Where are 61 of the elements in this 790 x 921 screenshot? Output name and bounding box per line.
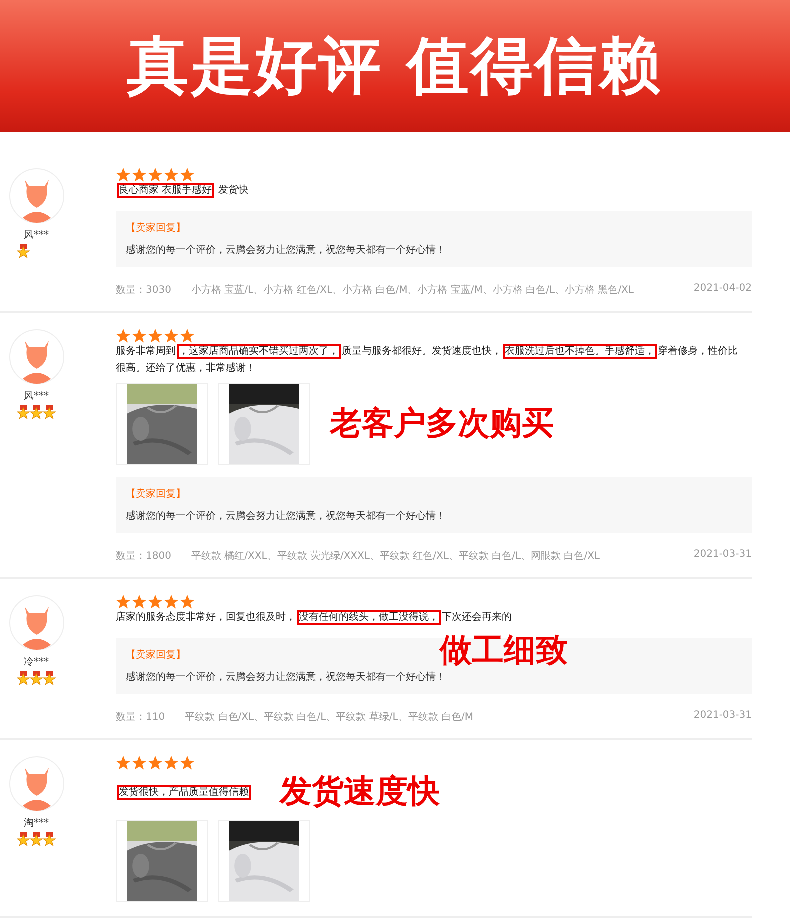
star-icon [116, 595, 131, 609]
medal-icon [30, 405, 43, 419]
star-icon [148, 595, 163, 609]
medal-icon [17, 832, 30, 846]
medal-icon [43, 405, 56, 419]
medal-icon [17, 405, 30, 419]
medal-icon [30, 832, 43, 846]
callout-text: 做工细致 [440, 632, 568, 668]
review-text: 服务非常周到 ，这家店商品确实不错买过两次了， 质量与服务都很好。发货速度也快， 衣服洗过后也不掉色。手感舒适， 穿着修身，性价比很高。还给了优惠，非常感谢！ [116, 344, 739, 376]
variant-text: 平纹款 白色/XL、平纹款 白色/L、平纹款 草绿/L、平纹款 白色/M [185, 710, 474, 724]
review-date: 2021-03-31 [694, 549, 752, 562]
user-name: 淘*** [24, 817, 49, 830]
review-date: 2021-04-02 [694, 283, 752, 296]
star-icon [116, 756, 131, 770]
variant-text: 平纹款 橘红/XXL、平纹款 荧光绿/XXXL、平纹款 红色/XL、平纹款 白色/L、网眼款 白色/XL [191, 550, 600, 563]
user-name: 冷*** [24, 656, 49, 669]
star-icon [116, 168, 131, 182]
callout-text: 老客户多次购买 [330, 403, 554, 444]
reply-text: 感谢您的每一个评价，云腾会努力让您满意，祝您每天都有一个好心情！ [126, 244, 447, 257]
star-icon [180, 756, 195, 770]
star-icon [132, 329, 147, 343]
review-text: 良心商家 衣服手感好 发货快 [118, 184, 250, 198]
medal-icon [30, 671, 43, 685]
avatar-icon [9, 756, 65, 812]
review-date: 2021-03-31 [694, 710, 752, 723]
star-icon [180, 595, 195, 609]
star-icon [180, 168, 195, 182]
star-icon [164, 329, 179, 343]
reply-text: 感谢您的每一个评价，云腾会努力让您满意，祝您每天都有一个好心情！ [126, 670, 447, 684]
star-icon [164, 756, 179, 770]
star-icon [132, 168, 147, 182]
star-icon [148, 168, 163, 182]
review-text: 店家的服务态度非常好，回复也很及时， 没有任何的线头，做工没得说， 下次还会再来的 [116, 610, 513, 625]
medal-icon [17, 671, 30, 685]
star-icon [116, 329, 131, 343]
medal-icon [43, 832, 56, 846]
reply-label: 【卖家回复】 [126, 648, 187, 662]
user-name: 风*** [24, 229, 49, 242]
review-text: 发货很快，产品质量值得信赖 [118, 786, 250, 800]
avatar-icon [9, 329, 65, 385]
callout-text: 发货速度快 [280, 771, 440, 812]
quantity-text: 数量：110 [116, 711, 166, 724]
medal-icon [17, 244, 30, 258]
star-icon [148, 756, 163, 770]
star-icon [180, 329, 195, 343]
star-icon [164, 595, 179, 609]
star-icon [132, 595, 147, 609]
banner-title: 真是好评 值得信赖 [127, 28, 663, 104]
reply-label: 【卖家回复】 [126, 488, 187, 501]
star-icon [164, 168, 179, 182]
user-name: 风*** [24, 390, 49, 403]
star-icon [132, 756, 147, 770]
reply-label: 【卖家回复】 [126, 222, 187, 235]
reply-text: 感谢您的每一个评价，云腾会努力让您满意，祝您每天都有一个好心情！ [126, 510, 447, 523]
quantity-text: 数量：1800 [116, 550, 172, 563]
star-icon [148, 329, 163, 343]
variant-text: 小方格 宝蓝/L、小方格 红色/XL、小方格 白色/M、小方格 宝蓝/M、小方格 白色/L、小方格 黑色/XL [191, 284, 634, 297]
avatar-icon [9, 168, 65, 224]
medal-icon [43, 671, 56, 685]
avatar-icon [9, 595, 65, 651]
quantity-text: 数量：3030 [116, 284, 172, 297]
